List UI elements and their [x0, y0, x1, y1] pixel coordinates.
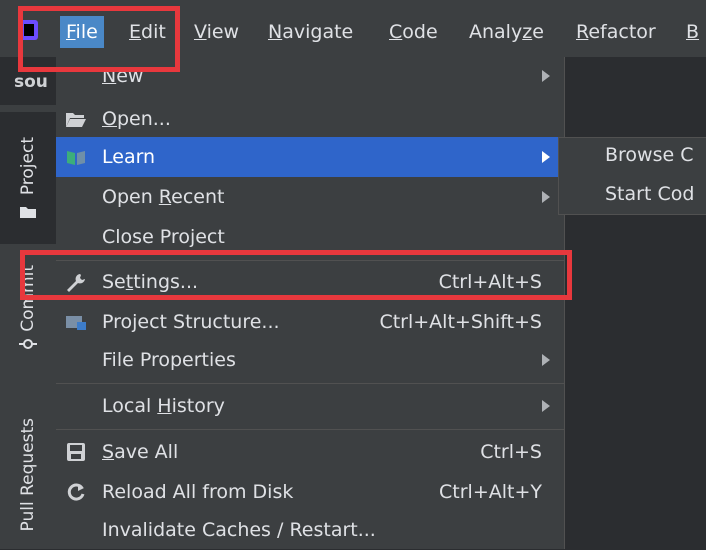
- menu-code-rest: ode: [402, 21, 438, 43]
- menu-row-learn[interactable]: Learn: [56, 137, 564, 177]
- menu-analyze-pre: Analy: [469, 21, 523, 43]
- menu-row-label: Open...: [102, 108, 171, 130]
- tab-project-label: Project: [18, 136, 38, 196]
- menu-row-file-properties[interactable]: File Properties: [56, 340, 564, 380]
- menu-analyze[interactable]: Analyze: [463, 16, 550, 48]
- menu-navigate[interactable]: Navigate: [262, 16, 359, 48]
- highlight-box-settings: [20, 250, 572, 300]
- menu-analyze-rest: e: [532, 21, 544, 43]
- menu-b[interactable]: B: [680, 16, 705, 48]
- menu-row-label: Project Structure...: [102, 311, 280, 333]
- menu-row-label: Save All: [102, 441, 179, 463]
- menu-b-mnemonic: B: [686, 21, 700, 43]
- menu-row-reload[interactable]: Reload All from Disk Ctrl+Alt+Y: [56, 472, 564, 512]
- menu-separator: [56, 383, 564, 384]
- menu-row-label: Reload All from Disk: [102, 481, 294, 503]
- menu-row-open[interactable]: Open...: [56, 99, 564, 139]
- submenu-arrow-icon: [542, 151, 550, 163]
- project-header-label: sou: [14, 72, 48, 92]
- submenu-item-browse[interactable]: Browse C: [605, 144, 694, 166]
- reload-icon: [64, 480, 88, 504]
- menu-row-label: Invalidate Caches / Restart...: [102, 519, 376, 541]
- menu-view[interactable]: View: [188, 16, 245, 48]
- folder-icon: [20, 207, 36, 219]
- learn-submenu: Browse C Start Cod: [558, 137, 706, 215]
- file-menu: New Open... Learn Open Recent Close Proj…: [56, 57, 565, 549]
- project-structure-icon: [64, 310, 88, 334]
- folder-open-icon: [64, 107, 88, 131]
- menu-row-label: Close Project: [102, 226, 225, 248]
- commit-icon: [19, 339, 37, 350]
- learn-book-icon: [64, 145, 88, 169]
- menu-row-project-structure[interactable]: Project Structure... Ctrl+Alt+Shift+S: [56, 302, 564, 342]
- menu-row-save-all[interactable]: Save All Ctrl+S: [56, 432, 564, 472]
- menu-view-mnemonic: V: [194, 21, 207, 43]
- menu-refactor-rest: efactor: [588, 21, 656, 43]
- menu-refactor[interactable]: Refactor: [570, 16, 662, 48]
- menu-navigate-rest: avigate: [282, 21, 354, 43]
- menu-analyze-mnemonic: z: [522, 21, 533, 43]
- menu-refactor-mnemonic: R: [576, 21, 589, 43]
- menu-row-label: Open Recent: [102, 186, 225, 208]
- menu-separator: [56, 429, 564, 430]
- submenu-arrow-icon: [542, 354, 550, 366]
- menu-code[interactable]: Code: [383, 16, 444, 48]
- tab-pull-requests-label: Pull Requests: [18, 417, 38, 532]
- submenu-arrow-icon: [542, 400, 550, 412]
- menu-row-shortcut: Ctrl+Alt+Shift+S: [379, 311, 542, 333]
- menu-row-shortcut: Ctrl+S: [480, 441, 542, 463]
- menu-row-label: Learn: [102, 146, 156, 168]
- menu-row-label: File Properties: [102, 349, 236, 371]
- menu-row-invalidate-caches[interactable]: Invalidate Caches / Restart...: [56, 510, 564, 550]
- submenu-arrow-icon: [542, 69, 550, 82]
- menu-row-label: Local History: [102, 395, 225, 417]
- menu-view-rest: iew: [206, 21, 240, 43]
- tab-project[interactable]: Project: [0, 112, 56, 244]
- submenu-arrow-icon: [542, 191, 550, 203]
- menu-row-shortcut: Ctrl+Alt+Y: [439, 481, 542, 503]
- menu-row-local-history[interactable]: Local History: [56, 386, 564, 426]
- menu-row-open-recent[interactable]: Open Recent: [56, 177, 564, 217]
- save-icon: [64, 440, 88, 464]
- highlight-box-file-menu: [18, 6, 180, 72]
- menu-code-mnemonic: C: [389, 21, 403, 43]
- menu-navigate-mnemonic: N: [268, 21, 283, 43]
- tab-pull-requests[interactable]: Pull Requests: [0, 400, 56, 549]
- editor-area: [564, 57, 706, 549]
- submenu-item-start-code[interactable]: Start Cod: [605, 183, 694, 205]
